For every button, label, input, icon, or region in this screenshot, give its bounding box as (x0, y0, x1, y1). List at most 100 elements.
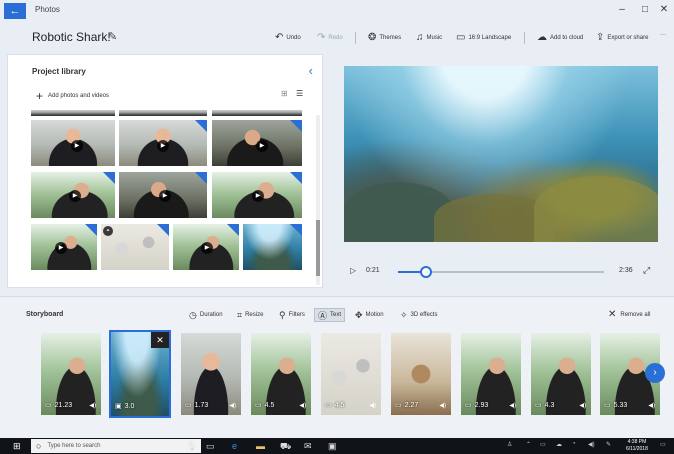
toolbar-divider (524, 32, 525, 44)
share-icon: ⇪ (596, 32, 605, 43)
library-thumbnail[interactable] (211, 109, 303, 117)
volume-icon[interactable]: ◀) (299, 402, 306, 409)
maximize-button[interactable]: □ (637, 4, 653, 15)
video-clip-icon: ▭ (604, 402, 611, 409)
library-thumbnail[interactable] (118, 109, 208, 117)
card-duration: 3.0 (124, 402, 135, 410)
close-icon[interactable]: ✕ (151, 332, 169, 348)
storyboard-card[interactable]: ▭ 4.5 ◀) (251, 333, 311, 415)
project-title[interactable]: Robotic Shark! (32, 30, 111, 44)
export-share-button[interactable]: ⇪ Export or share (596, 32, 648, 43)
storyboard-card[interactable]: ▭ 2.93 ◀) (461, 333, 521, 415)
taskbar-search[interactable]: ○ Type here to search (31, 439, 201, 453)
play-button[interactable]: ▷ (350, 266, 356, 275)
pencil-icon[interactable]: ✎ (108, 30, 117, 43)
motion-button[interactable]: ✥ Motion (352, 308, 387, 322)
duration-button[interactable]: ◷ Duration (186, 308, 226, 322)
reef-shape (534, 176, 658, 242)
volume-icon[interactable]: ◀) (588, 441, 595, 448)
taskbar: ⊞ ○ Type here to search 🎙 ▭ e ▬ ⛟ ✉ ▣ ♙ … (0, 438, 674, 454)
themes-button[interactable]: ❂ Themes (368, 32, 401, 43)
task-view-icon[interactable]: ▭ (206, 441, 215, 452)
library-scrollbar[interactable] (316, 115, 320, 285)
storyboard-card[interactable]: ▭ 1.73 ◀) (181, 333, 241, 415)
scrollbar-thumb[interactable] (316, 220, 320, 276)
volume-icon[interactable]: ◀) (89, 402, 96, 409)
used-marker-icon (103, 172, 115, 184)
volume-icon[interactable]: ◀) (439, 402, 446, 409)
back-arrow-icon[interactable]: ← (4, 3, 26, 19)
cloud-icon[interactable]: ☁ (556, 441, 562, 448)
clock[interactable]: 4:38 PM 6/11/2018 (626, 439, 648, 453)
used-marker-icon (290, 172, 302, 184)
play-icon: ▶ (71, 140, 83, 152)
library-thumbnail[interactable]: ▶ (211, 119, 303, 167)
notification-icon[interactable]: ▭ (660, 441, 666, 448)
list-view-icon[interactable]: ☰ (296, 89, 303, 98)
seek-bar[interactable] (398, 266, 604, 278)
add-to-cloud-button[interactable]: ☁ Add to cloud (537, 32, 583, 43)
battery-icon[interactable]: ▭ (540, 441, 546, 448)
play-icon: ▶ (252, 190, 264, 202)
ink-workspace-icon[interactable]: ✎ (606, 441, 611, 448)
scroll-right-icon[interactable]: › (645, 363, 665, 383)
library-thumbnail[interactable]: ▶ (30, 223, 98, 271)
library-thumbnail[interactable]: ▶ (30, 171, 116, 219)
aspect-ratio-button[interactable]: ▭ 16:9 Landscape (456, 32, 511, 43)
chevron-up-icon[interactable]: ⌃ (526, 441, 531, 448)
play-icon: ▶ (69, 190, 81, 202)
aspect-ratio-icon: ▭ (456, 32, 466, 43)
edge-icon[interactable]: e (232, 441, 237, 451)
card-duration: 2.27 (404, 401, 419, 409)
toolbar-divider (355, 32, 356, 44)
photos-app-icon[interactable]: ▣ (328, 441, 337, 452)
undo-button[interactable]: ↶ Undo (275, 32, 301, 43)
library-thumbnail[interactable]: ▶ (172, 223, 240, 271)
library-thumbnail[interactable] (242, 223, 303, 271)
mail-icon[interactable]: ✉ (304, 441, 312, 452)
used-marker-icon (195, 172, 207, 184)
close-button[interactable]: ✕ (656, 4, 672, 15)
library-thumbnail[interactable]: ⚭ (100, 223, 170, 271)
file-explorer-icon[interactable]: ▬ (256, 441, 265, 451)
people-icon[interactable]: ♙ (507, 441, 512, 448)
volume-icon[interactable]: ◀) (369, 402, 376, 409)
storyboard-card-selected[interactable]: ✕ ▣ 3.0 (109, 330, 171, 418)
fullscreen-icon[interactable]: ⤢ (643, 265, 650, 276)
library-thumbnail[interactable]: ▶ (211, 171, 303, 219)
minimize-button[interactable]: – (614, 4, 630, 15)
video-preview[interactable] (344, 66, 658, 242)
current-time: 0:21 (366, 267, 380, 274)
collapse-chevron-icon[interactable]: ‹ (309, 63, 313, 78)
library-thumbnail[interactable]: ▶ (118, 119, 208, 167)
volume-icon[interactable]: ◀) (579, 402, 586, 409)
storyboard-card[interactable]: ▭ 4.5 ◀) (321, 333, 381, 415)
network-icon[interactable]: ◔ (572, 441, 576, 447)
palette-icon: ❂ (368, 32, 377, 43)
storyboard-card[interactable]: ▭ 4.3 ◀) (531, 333, 591, 415)
add-photos-button[interactable]: + Add photos and videos (36, 89, 109, 103)
volume-icon[interactable]: ◀) (229, 402, 236, 409)
resize-button[interactable]: ⌗ Resize (234, 308, 266, 322)
storyboard-card[interactable]: ▭ 2.27 ◀) (391, 333, 451, 415)
store-icon[interactable]: ⛟ (280, 441, 291, 453)
library-thumbnail[interactable]: ▶ (30, 119, 116, 167)
windows-start-icon[interactable]: ⊞ (13, 441, 21, 452)
volume-icon[interactable]: ◀) (648, 402, 655, 409)
remove-all-button[interactable]: ✕ Remove all (608, 309, 650, 320)
grid-view-icon[interactable]: ⊞ (281, 89, 288, 98)
redo-button[interactable]: ↷ Redo (317, 32, 343, 43)
library-thumbnail[interactable] (30, 109, 116, 117)
filters-button[interactable]: ⚲ Filters (276, 308, 308, 322)
seek-knob[interactable] (419, 266, 432, 278)
music-button[interactable]: ♫ Music (416, 32, 442, 43)
storyboard-card[interactable]: ▭ 21.23 ◀) (41, 333, 101, 415)
photo-icon: ▣ (115, 403, 122, 410)
more-options-button[interactable]: ··· (660, 32, 666, 38)
text-button[interactable]: Ⓐ Text (314, 308, 346, 322)
microphone-icon[interactable]: 🎙 (186, 441, 197, 452)
music-icon: ♫ (416, 32, 424, 43)
volume-icon[interactable]: ◀) (509, 402, 516, 409)
3d-effects-button[interactable]: ✧ 3D effects (397, 308, 440, 322)
library-thumbnail[interactable]: ▶ (118, 171, 208, 219)
